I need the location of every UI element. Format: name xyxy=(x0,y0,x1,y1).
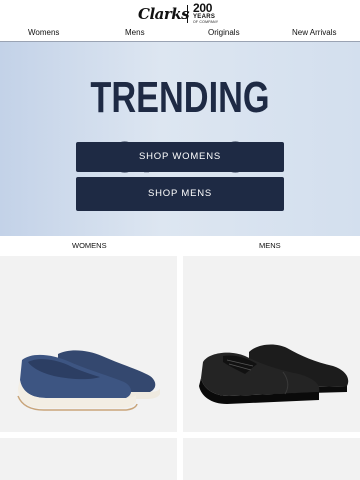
clarks-logo[interactable]: Clarks xyxy=(138,5,190,23)
nav-item-womens[interactable]: Womens xyxy=(28,27,59,39)
shop-womens-button[interactable]: SHOP WOMENS xyxy=(76,142,284,172)
mens-product-tile[interactable] xyxy=(183,256,360,432)
nav-item-new-arrivals[interactable]: New Arrivals xyxy=(292,27,336,39)
mens-column-label: MENS xyxy=(259,241,281,250)
anniversary-sub: OF COMPANY xyxy=(193,20,219,24)
womens-product-tile[interactable] xyxy=(0,256,177,432)
black-leather-oxford-shoe-icon xyxy=(199,344,349,404)
header: Clarks 200 YEARS OF COMPANY xyxy=(0,0,360,26)
hero-banner: TRENDING STYLES SHOP WOMENS SHOP MENS xyxy=(0,42,360,236)
anniversary-badge: 200 YEARS OF COMPANY xyxy=(193,1,223,24)
main-nav: Womens Mens Originals New Arrivals xyxy=(0,27,360,41)
mens-product-tile-2[interactable] xyxy=(183,438,360,480)
womens-column-label: WOMENS xyxy=(72,241,107,250)
nav-item-mens[interactable]: Mens xyxy=(125,27,145,39)
logo-divider xyxy=(187,5,188,23)
womens-product-tile-2[interactable] xyxy=(0,438,177,480)
anniversary-number: 200 xyxy=(193,1,213,15)
blue-knit-slip-on-shoe-icon xyxy=(17,350,160,411)
nav-item-originals[interactable]: Originals xyxy=(208,27,240,39)
shop-mens-button[interactable]: SHOP MENS xyxy=(76,177,284,211)
